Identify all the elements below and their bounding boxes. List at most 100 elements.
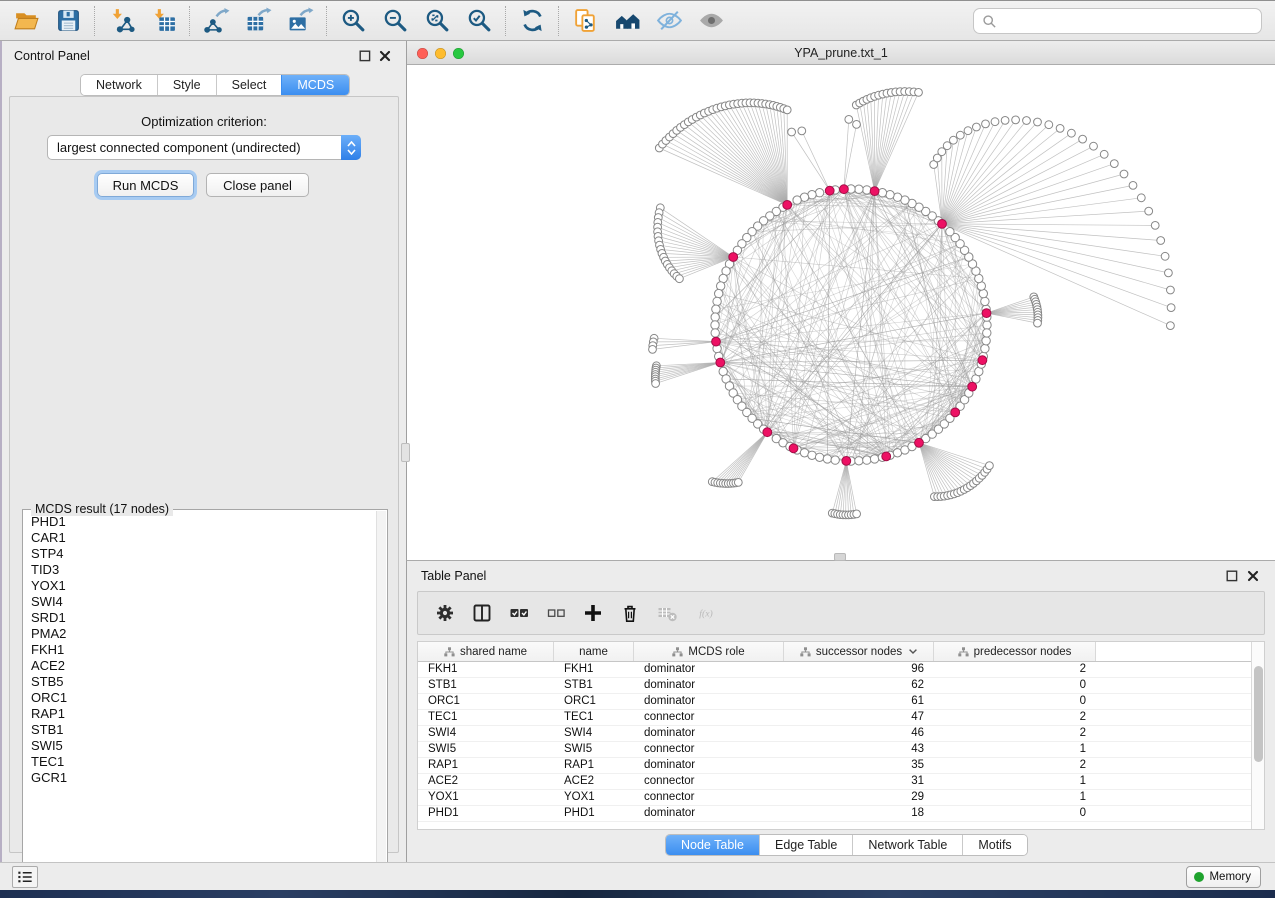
add-entry-button[interactable]	[576, 597, 610, 629]
table-panel-tabs: Node TableEdge TableNetwork TableMotifs	[665, 834, 1028, 856]
tab-network-table[interactable]: Network Table	[852, 835, 962, 855]
mcds-result-item[interactable]: ACE2	[31, 658, 375, 674]
mcds-result-item[interactable]: FKH1	[31, 642, 375, 658]
table-row[interactable]: SWI4SWI4dominator462	[418, 726, 1264, 742]
mcds-result-item[interactable]: STP4	[31, 546, 375, 562]
export-image-button[interactable]	[282, 5, 318, 37]
run-mcds-button[interactable]: Run MCDS	[97, 173, 194, 197]
table-scrollbar[interactable]	[1251, 642, 1264, 829]
mcds-result-item[interactable]: TID3	[31, 562, 375, 578]
close-panel-icon[interactable]	[379, 50, 392, 63]
toolbar-separator	[326, 6, 327, 36]
table-row[interactable]: TEC1TEC1connector472	[418, 710, 1264, 726]
float-table-panel-icon[interactable]	[1226, 570, 1239, 583]
mcds-result-item[interactable]: STB1	[31, 722, 375, 738]
cell-predecessor_nodes: 0	[934, 806, 1096, 821]
network-canvas[interactable]	[407, 65, 1275, 560]
mcds-result-list[interactable]: PHD1CAR1STP4TID3YOX1SWI4SRD1PMA2FKH1ACE2…	[25, 514, 375, 878]
mcds-result-item[interactable]: TEC1	[31, 754, 375, 770]
show-all-button[interactable]	[693, 5, 729, 37]
close-table-panel-icon[interactable]	[1247, 570, 1260, 583]
horizontal-splitter-handle[interactable]	[834, 553, 846, 561]
tab-select[interactable]: Select	[216, 75, 282, 95]
mcds-result-item[interactable]: YOX1	[31, 578, 375, 594]
mcds-result-item[interactable]: STB5	[31, 674, 375, 690]
vertical-splitter-handle[interactable]	[401, 443, 410, 462]
zoom-fit-button[interactable]	[419, 5, 455, 37]
mcds-hub-node	[982, 309, 991, 318]
mcds-list-scrollbar[interactable]	[376, 511, 386, 879]
table-settings-button[interactable]	[428, 597, 462, 629]
mcds-result-item[interactable]: SWI4	[31, 594, 375, 610]
column-header-successor-nodes[interactable]: successor nodes	[784, 642, 934, 661]
tab-mcds[interactable]: MCDS	[281, 75, 349, 95]
refresh-view-button[interactable]	[514, 5, 550, 37]
memory-button[interactable]: Memory	[1186, 866, 1261, 888]
import-network-button[interactable]	[103, 5, 139, 37]
table-row[interactable]: YOX1YOX1connector291	[418, 790, 1264, 806]
zoom-fit-icon	[424, 7, 451, 34]
table-scrollbar-thumb[interactable]	[1254, 666, 1263, 762]
table-row[interactable]: PHD1PHD1dominator180	[418, 806, 1264, 822]
memory-label: Memory	[1209, 871, 1251, 883]
mcds-hub-node	[915, 438, 924, 447]
tab-motifs[interactable]: Motifs	[962, 835, 1026, 855]
control-panel: Control Panel NetworkStyleSelectMCDS Opt…	[2, 41, 406, 862]
new-network-from-selection-button[interactable]	[567, 5, 603, 37]
export-network-button[interactable]	[198, 5, 234, 37]
zoom-in-button[interactable]	[335, 5, 371, 37]
tab-node-table[interactable]: Node Table	[666, 835, 759, 855]
open-file-button[interactable]	[8, 5, 44, 37]
float-panel-icon[interactable]	[359, 50, 372, 63]
hide-selected-button[interactable]	[651, 5, 687, 37]
select-all-rows-button[interactable]	[502, 597, 536, 629]
mcds-result-item[interactable]: RAP1	[31, 706, 375, 722]
delete-entry-button[interactable]	[613, 597, 647, 629]
network-titlebar[interactable]: YPA_prune.txt_1	[407, 41, 1275, 65]
close-panel-button[interactable]: Close panel	[206, 173, 309, 197]
mcds-hub-node	[842, 457, 851, 466]
mcds-result-item[interactable]: SRD1	[31, 610, 375, 626]
cell-name: SWI4	[554, 726, 634, 741]
cell-shared_name: ACE2	[418, 774, 554, 789]
mcds-result-item[interactable]: PHD1	[31, 514, 375, 530]
mcds-result-item[interactable]: ORC1	[31, 690, 375, 706]
panel-menu-button[interactable]	[12, 866, 38, 888]
mcds-result-item[interactable]: PMA2	[31, 626, 375, 642]
cell-shared_name: TEC1	[418, 710, 554, 725]
column-chooser-button[interactable]	[465, 597, 499, 629]
tab-network[interactable]: Network	[81, 75, 157, 95]
zoom-selected-button[interactable]	[461, 5, 497, 37]
column-header-predecessor-nodes[interactable]: predecessor nodes	[934, 642, 1096, 661]
table-row[interactable]: ORC1ORC1dominator610	[418, 694, 1264, 710]
table-row[interactable]: STB1STB1dominator620	[418, 678, 1264, 694]
tab-edge-table[interactable]: Edge Table	[759, 835, 852, 855]
criterion-dropdown[interactable]: largest connected component (undirected)	[47, 135, 361, 160]
mcds-result-item[interactable]: CAR1	[31, 530, 375, 546]
table-row[interactable]: FKH1FKH1dominator962	[418, 662, 1264, 678]
column-header-name[interactable]: name	[554, 642, 634, 661]
export-table-button[interactable]	[240, 5, 276, 37]
zoom-out-button[interactable]	[377, 5, 413, 37]
control-panel-tabs: NetworkStyleSelectMCDS	[80, 74, 350, 96]
cell-mcds_role: dominator	[634, 726, 784, 741]
column-chooser-icon	[471, 602, 493, 624]
column-header-shared-name[interactable]: shared name	[418, 642, 554, 661]
table-row[interactable]: SWI5SWI5connector431	[418, 742, 1264, 758]
search-input[interactable]	[1001, 11, 1261, 31]
table-row[interactable]: ACE2ACE2connector311	[418, 774, 1264, 790]
cell-successor_nodes: 43	[784, 742, 934, 757]
tab-style[interactable]: Style	[157, 75, 216, 95]
import-table-button[interactable]	[145, 5, 181, 37]
cell-shared_name: YOX1	[418, 790, 554, 805]
mcds-result-item[interactable]: SWI5	[31, 738, 375, 754]
mcds-result-item[interactable]: GCR1	[31, 770, 375, 786]
first-neighbors-button[interactable]	[609, 5, 645, 37]
deselect-all-rows-button[interactable]	[539, 597, 573, 629]
cell-name: STB1	[554, 678, 634, 693]
column-header-MCDS-role[interactable]: MCDS role	[634, 642, 784, 661]
save-session-button[interactable]	[50, 5, 86, 37]
search-field[interactable]	[973, 8, 1262, 34]
table-row[interactable]: RAP1RAP1dominator352	[418, 758, 1264, 774]
cell-predecessor_nodes: 1	[934, 790, 1096, 805]
